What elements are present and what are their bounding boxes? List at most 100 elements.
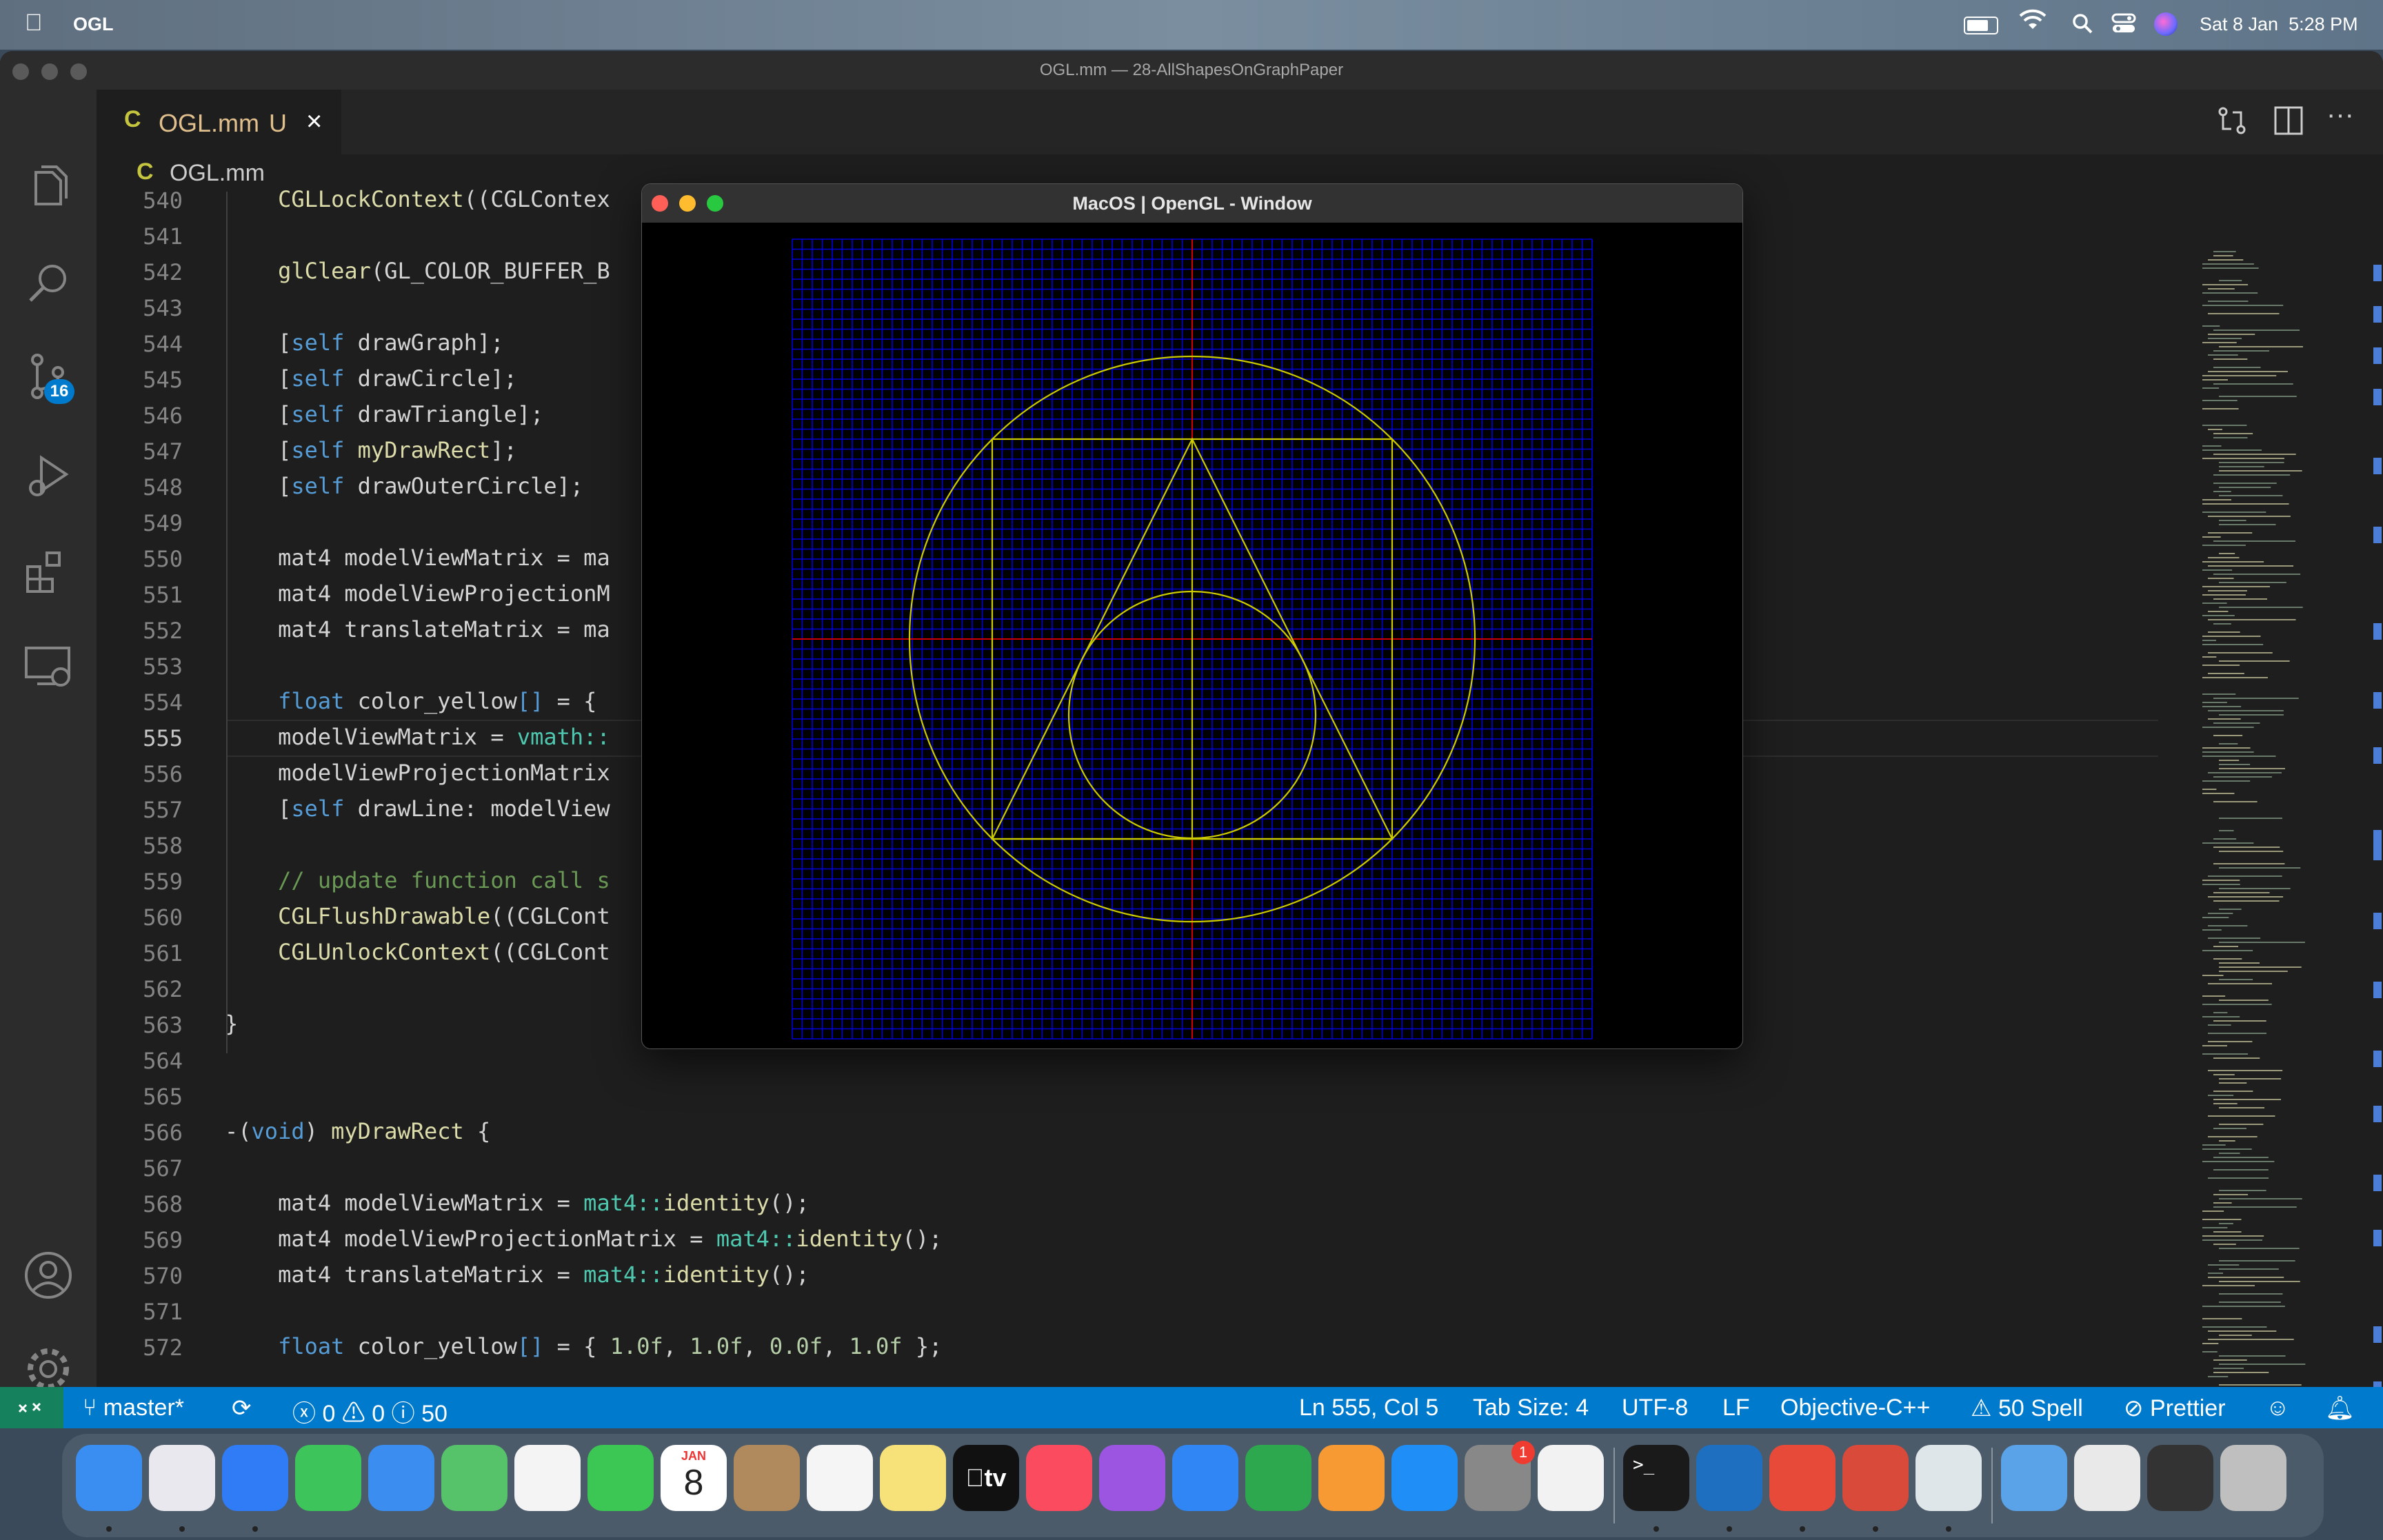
window-titlebar: OGL.mm — 28-AllShapesOnGraphPaper — [0, 51, 2383, 90]
close-tab-icon[interactable]: × — [306, 106, 322, 137]
cursor-position[interactable]: Ln 555, Col 5 — [1299, 1395, 1438, 1421]
calendar-icon[interactable]: JAN 8 — [661, 1445, 727, 1511]
search-icon[interactable] — [21, 255, 76, 310]
textedit-icon[interactable] — [1538, 1445, 1604, 1511]
wifi-icon[interactable] — [2019, 8, 2047, 38]
extensions-icon[interactable] — [21, 543, 76, 598]
tv-icon[interactable]: tv — [953, 1445, 1019, 1511]
indent-guide — [226, 192, 228, 1053]
sync-icon[interactable]: ⟳ — [232, 1395, 252, 1422]
minimap-line — [2208, 532, 2253, 534]
close-window-button[interactable] — [652, 195, 668, 212]
minimize-window-button[interactable] — [41, 63, 58, 80]
line-number: 560 — [143, 904, 183, 931]
tab-ogl-mm[interactable]: C OGL.mm U × — [97, 90, 341, 156]
notes-icon[interactable] — [880, 1445, 946, 1511]
finder-icon[interactable] — [76, 1445, 142, 1511]
siri-icon[interactable] — [2154, 12, 2178, 36]
minimap[interactable] — [2193, 244, 2358, 1416]
language-mode[interactable]: Objective-C++ — [1780, 1395, 1930, 1421]
launchpad-icon[interactable] — [149, 1445, 215, 1511]
remote-explorer-icon[interactable] — [21, 638, 76, 693]
info-icon: ⓘ — [391, 1401, 415, 1427]
end-of-line[interactable]: LF — [1722, 1395, 1750, 1421]
minimap-line — [2208, 718, 2241, 720]
split-editor-icon[interactable] — [2273, 105, 2304, 140]
minimap-line — [2219, 888, 2291, 889]
opengl-canvas[interactable] — [642, 223, 1742, 1048]
close-window-button[interactable] — [12, 63, 29, 80]
minimap-line — [2219, 1190, 2266, 1191]
minimap-line — [2219, 1293, 2283, 1295]
app-store-icon[interactable] — [1391, 1445, 1458, 1511]
branch-indicator[interactable]: ⑂ master* — [83, 1395, 184, 1421]
screenshots-stack-icon[interactable] — [2147, 1445, 2213, 1511]
explorer-icon[interactable] — [21, 159, 76, 214]
breadcrumb-file[interactable]: OGL.mm — [170, 160, 265, 187]
messages-icon[interactable] — [295, 1445, 361, 1511]
minimap-line — [2202, 636, 2261, 637]
documents-stack-icon[interactable] — [2074, 1445, 2140, 1511]
tab-size[interactable]: Tab Size: 4 — [1473, 1395, 1589, 1421]
git-icon[interactable] — [1769, 1445, 1836, 1511]
safari-icon[interactable] — [222, 1445, 288, 1511]
remote-indicator-icon[interactable] — [0, 1387, 63, 1428]
code-line: modelViewMatrix = vmath:: — [225, 724, 610, 750]
maps-icon[interactable] — [441, 1445, 507, 1511]
minimap-line — [2202, 747, 2251, 749]
minimap-line — [2202, 756, 2276, 757]
minimap-line — [2202, 375, 2277, 376]
menubar-clock[interactable]: Sat 8 Jan 5:28 PM — [2200, 14, 2358, 35]
minimap-line — [2213, 350, 2269, 352]
system-preferences-icon[interactable]: 1 — [1465, 1441, 1535, 1511]
prettier-indicator[interactable]: ⊘ Prettier — [2124, 1395, 2226, 1422]
podcasts-icon[interactable] — [1099, 1445, 1165, 1511]
app-menu[interactable]: OGL — [73, 14, 114, 35]
trash-icon[interactable] — [2220, 1445, 2286, 1511]
opengl-window[interactable]: MacOS | OpenGL - Window — [641, 183, 1743, 1049]
source-control-icon[interactable]: 16 — [21, 349, 76, 404]
contacts-icon[interactable] — [734, 1445, 800, 1511]
encoding[interactable]: UTF-8 — [1622, 1395, 1688, 1421]
minimap-line — [2219, 867, 2301, 869]
downloads-icon[interactable] — [2001, 1445, 2067, 1511]
facetime-icon[interactable] — [587, 1445, 654, 1511]
minimap-line — [2213, 491, 2231, 492]
zoom-window-button[interactable] — [707, 195, 723, 212]
minimap-line — [2202, 1326, 2267, 1328]
overview-ruler-mark — [2373, 527, 2382, 543]
preview-icon[interactable] — [1916, 1445, 1982, 1511]
photos-icon[interactable] — [514, 1445, 581, 1511]
music-icon[interactable] — [1026, 1445, 1092, 1511]
apple-menu-icon[interactable]:  — [25, 10, 43, 37]
keynote-icon[interactable] — [1172, 1445, 1238, 1511]
more-actions-icon[interactable]: ··· — [2326, 99, 2354, 130]
numbers-icon[interactable] — [1245, 1445, 1311, 1511]
compare-changes-icon[interactable] — [2215, 103, 2249, 141]
minimap-line — [2202, 1318, 2242, 1319]
mail-icon[interactable] — [368, 1445, 434, 1511]
code-line: mat4 modelViewProjectionMatrix = mat4::i… — [225, 1226, 943, 1252]
accounts-icon[interactable] — [21, 1248, 76, 1303]
vscode-icon[interactable] — [1696, 1445, 1762, 1511]
pages-icon[interactable] — [1318, 1445, 1385, 1511]
minimap-line — [2219, 714, 2284, 716]
minimap-line — [2202, 1148, 2252, 1150]
battery-icon[interactable] — [1964, 17, 1998, 34]
overview-ruler[interactable] — [2369, 251, 2383, 1423]
problems-indicator[interactable]: ⓧ 0 ⚠ 0 ⓘ 50 — [292, 1395, 448, 1428]
run-debug-icon[interactable] — [21, 448, 76, 503]
minimize-window-button[interactable] — [679, 195, 696, 212]
control-center-icon[interactable] — [2111, 12, 2136, 39]
feedback-icon[interactable]: ☺ — [2266, 1395, 2290, 1421]
zoom-window-button[interactable] — [70, 63, 87, 80]
notifications-bell-icon[interactable]: 🔔︎ — [2325, 1395, 2355, 1422]
spotlight-icon[interactable] — [2071, 12, 2093, 39]
terminal-icon[interactable]: >_ — [1623, 1445, 1689, 1511]
minimap-line — [2202, 615, 2235, 616]
minimap-line — [2219, 818, 2282, 819]
minimap-line — [2213, 1169, 2269, 1171]
spell-checker[interactable]: ⚠ 50 Spell — [1971, 1395, 2083, 1422]
reminders-icon[interactable] — [807, 1445, 873, 1511]
git-client-icon[interactable] — [1842, 1445, 1909, 1511]
